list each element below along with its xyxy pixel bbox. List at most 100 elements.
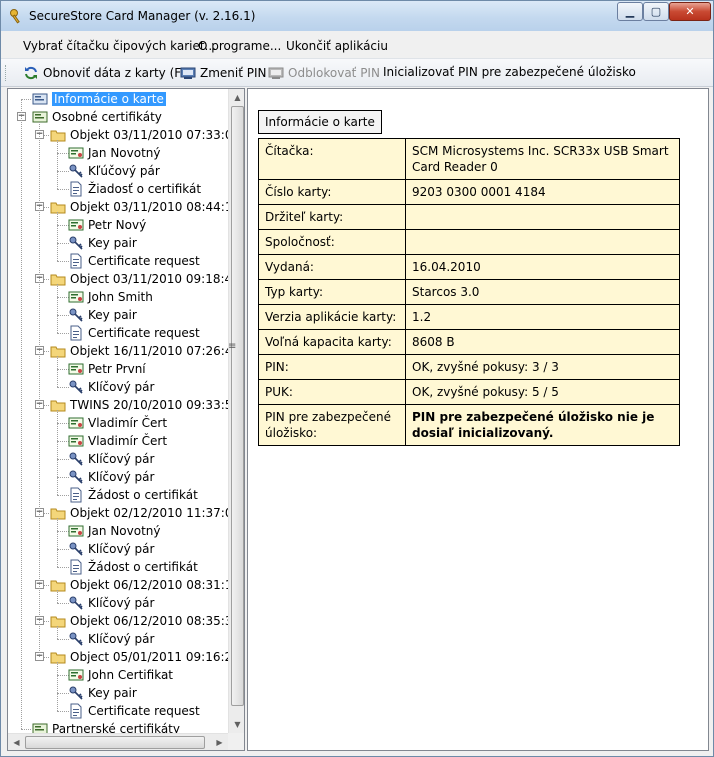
info-tab[interactable]: Informácie o karte [258, 110, 382, 134]
tree-item-object-group[interactable]: Objekt 16/11/2010 07:26:4 [50, 342, 228, 360]
menu-select-reader[interactable]: Vybrať čítačku čipových kariet... [23, 39, 216, 53]
tree-item-certificate[interactable]: Jan Novotný [68, 144, 161, 162]
info-row: Vydaná: 16.04.2010 [258, 254, 680, 280]
tree-node-label: Certificate request [88, 704, 200, 718]
tree-item-certificate[interactable]: Vladimír Čert [68, 414, 167, 432]
certificate-icon [68, 435, 84, 447]
key-icon [69, 452, 83, 466]
scroll-down-icon[interactable]: ▼ [229, 716, 244, 733]
tree-item-key[interactable]: Klíčový pár [68, 450, 154, 468]
menu-about[interactable]: O programe... [198, 39, 281, 53]
folder-icon [50, 130, 66, 142]
tree-item-key[interactable]: Key pair [68, 234, 137, 252]
tree-node-label: Key pair [88, 308, 137, 322]
tree-item-partner-certs[interactable]: Partnerské certifikáty [32, 720, 180, 733]
tree-item-document[interactable]: Certificate request [68, 252, 200, 270]
tree-item-certificate[interactable]: John Certifikat [68, 666, 173, 684]
folder-icon [50, 202, 66, 214]
tree-node-label: Certificate request [88, 326, 200, 340]
unblock-pin-button[interactable]: Odblokovať PIN [268, 65, 380, 81]
tree-item-card-info[interactable]: Informácie o karte [32, 90, 166, 108]
tree-item-object-group[interactable]: Objekt 03/11/2010 07:33:0 [50, 126, 228, 144]
tree-item-certificate[interactable]: Vladimír Čert [68, 432, 167, 450]
menu-exit[interactable]: Ukončiť aplikáciu [286, 39, 388, 53]
info-key: Číslo karty: [258, 179, 406, 205]
splitter-grip-icon[interactable]: ≡ [228, 341, 236, 352]
vertical-scrollbar[interactable]: ▲ ▼ [228, 89, 244, 733]
info-icon [32, 93, 48, 105]
info-value: SCM Microsystems Inc. SCR33x USB Smart C… [405, 138, 680, 180]
change-pin-label: Zmeniť PIN [200, 66, 267, 80]
folder-icon [50, 652, 66, 664]
tree-panel[interactable]: Informácie o karte − Osobné certifikáty − Ob… [7, 88, 245, 751]
scroll-right-icon[interactable]: ▶ [211, 734, 228, 750]
folder-icon [50, 274, 66, 286]
scroll-up-icon[interactable]: ▲ [229, 89, 244, 106]
tree-line [57, 662, 58, 711]
tree-item-object-group[interactable]: TWINS 20/10/2010 09:33:5 [50, 396, 228, 414]
tree-item-key[interactable]: Klíčový pár [68, 594, 154, 612]
close-button[interactable]: ✕ [669, 2, 711, 21]
tree-line [21, 99, 31, 100]
key-icon [69, 236, 83, 250]
card-info-table: Čítačka: SCM Microsystems Inc. SCR33x USB… [258, 138, 680, 446]
unblock-pin-label: Odblokovať PIN [288, 66, 380, 80]
tree-node-label: Kľúčový pár [88, 164, 160, 178]
document-icon [70, 181, 82, 197]
key-icon [69, 164, 83, 178]
tree-item-object-group[interactable]: Objekt 03/11/2010 08:44:1 [50, 198, 228, 216]
tree-item-certificate[interactable]: John Smith [68, 288, 153, 306]
tree-item-object-group[interactable]: Objekt 06/12/2010 08:31:1 [50, 576, 228, 594]
certificate-icon [68, 147, 84, 159]
init-pin-button[interactable]: Inicializovať PIN pre zabezpečené úložis… [383, 65, 636, 79]
horizontal-scrollbar[interactable]: ◀ ▶ [8, 733, 228, 750]
tree-item-object-group[interactable]: Object 05/01/2011 09:16:2 [50, 648, 228, 666]
info-row: PUK: OK, zvyšné pokusy: 5 / 5 [258, 379, 680, 405]
key-icon [69, 380, 83, 394]
certificate-icon [68, 363, 84, 375]
tree-item-object-group[interactable]: Object 03/11/2010 09:18:4 [50, 270, 228, 288]
tree-item-certificate[interactable]: Jan Novotný [68, 522, 161, 540]
tree-item-document[interactable]: Žiadosť o certifikát [68, 180, 201, 198]
tree-item-key[interactable]: Klíčový pár [68, 540, 154, 558]
tree-view: Informácie o karte − Osobné certifikáty − Ob… [8, 89, 228, 733]
tree-item-key[interactable]: Klíčový pár [68, 468, 154, 486]
tree-line [21, 99, 22, 729]
card-reader-icon [180, 67, 196, 79]
tree-item-key[interactable]: Key pair [68, 684, 137, 702]
close-icon: ✕ [685, 5, 695, 18]
tree-item-certificate[interactable]: Petr První [68, 360, 146, 378]
tree-item-document[interactable]: Certificate request [68, 324, 200, 342]
tree-item-object-group[interactable]: Objekt 06/12/2010 08:35:3 [50, 612, 228, 630]
tree-node-label: Žádost o certifikát [88, 488, 198, 502]
tree-node-label: Klíčový pár [88, 470, 155, 484]
tree-item-key[interactable]: Kľúčový pár [68, 162, 160, 180]
tree-node-label: Klíčový pár [88, 542, 155, 556]
horizontal-scroll-thumb[interactable] [25, 736, 205, 749]
tree-item-key[interactable]: Key pair [68, 306, 137, 324]
tree-item-certificate[interactable]: Petr Nový [68, 216, 146, 234]
info-row: Číslo karty: 9203 0300 0001 4184 [258, 179, 680, 205]
refresh-button[interactable]: Obnoviť dáta z karty (F5) [23, 65, 193, 81]
tree-item-personal-certs[interactable]: Osobné certifikáty [32, 108, 162, 126]
tree-item-key[interactable]: Klíčový pár [68, 378, 154, 396]
tree-item-document[interactable]: Žádost o certifikát [68, 486, 198, 504]
tree-item-key[interactable]: Klíčový pár [68, 630, 154, 648]
tree-node-label: TWINS 20/10/2010 09:33:5 [70, 398, 228, 412]
scroll-left-icon[interactable]: ◀ [8, 734, 25, 750]
tree-line [57, 356, 58, 387]
info-key: Voľná kapacita karty: [258, 329, 406, 355]
maximize-button[interactable]: ▢ [643, 2, 669, 21]
vertical-scroll-thumb[interactable] [231, 106, 244, 706]
tree-item-object-group[interactable]: Objekt 02/12/2010 11:37:0 [50, 504, 228, 522]
key-icon [69, 470, 83, 484]
minimize-icon: ▁ [625, 5, 635, 18]
change-pin-button[interactable]: Zmeniť PIN [180, 65, 267, 81]
tree-node-label: Informácie o karte [52, 92, 166, 106]
tree-item-document[interactable]: Certificate request [68, 702, 200, 720]
tree-item-document[interactable]: Žádost o certifikát [68, 558, 198, 576]
tree-node-label: Klíčový pár [88, 596, 155, 610]
minimize-button[interactable]: ▁ [617, 2, 643, 21]
toolbar-grip [5, 65, 8, 81]
info-value: OK, zvyšné pokusy: 3 / 3 [405, 354, 680, 380]
